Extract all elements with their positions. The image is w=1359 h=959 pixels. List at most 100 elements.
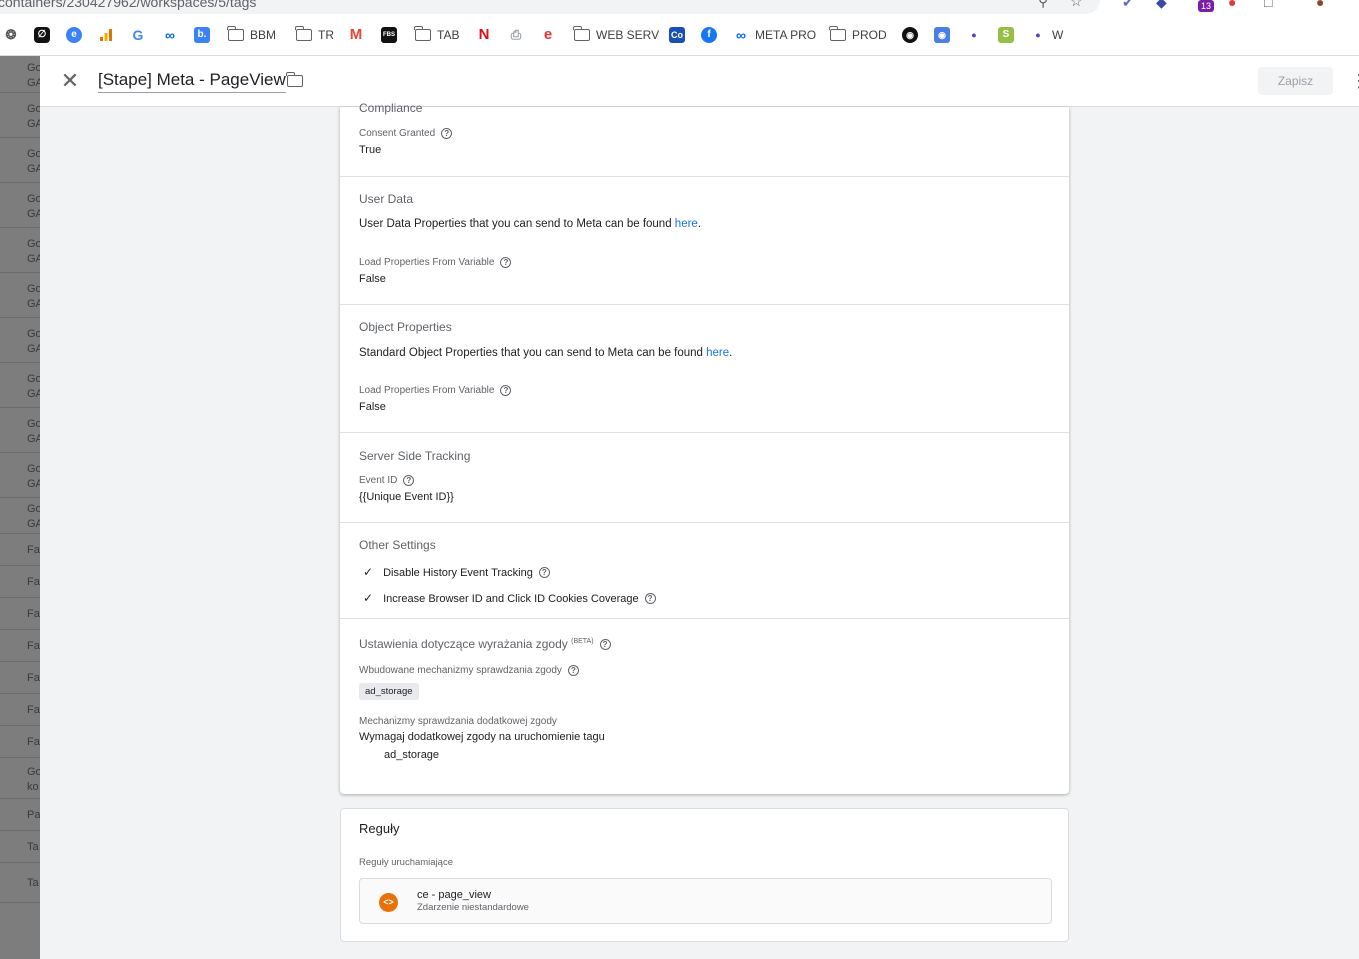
tag-list-row-label: Go GA — [27, 237, 40, 265]
bookmark-fbs[interactable]: FBS — [381, 26, 397, 44]
tag-list-row-label: Ta — [27, 877, 39, 889]
bookmark-meta[interactable]: ∞ — [162, 26, 178, 44]
tag-list-row[interactable]: Fa — [0, 566, 40, 598]
tag-list-row-label: Go GA — [27, 462, 40, 490]
tag-list-row[interactable]: Fa — [0, 534, 40, 566]
tag-list-row[interactable]: Ta — [0, 831, 40, 863]
tag-list-row[interactable]: Go ko — [0, 758, 40, 799]
netflix-icon: N — [478, 26, 490, 43]
bookmark-google[interactable]: G — [130, 26, 146, 44]
tag-list-row[interactable]: Fa — [0, 662, 40, 694]
section-consent-settings: Ustawienia dotyczące wyrażania zgody (BE… — [340, 619, 1069, 794]
help-icon[interactable]: ? — [644, 593, 656, 605]
tag-list-row[interactable]: Go GA — [0, 93, 40, 138]
bookmark-folder-bbm[interactable]: BBM — [227, 26, 276, 44]
field-value: {{Unique Event ID}} — [359, 491, 454, 503]
field-label: Wbudowane mechanizmy sprawdzania zgody? — [359, 665, 579, 676]
tag-list-row[interactable]: Go GA — [0, 56, 40, 93]
bookmark-app-blue[interactable]: ◉ — [934, 26, 950, 44]
panel-header: ✕ [Stape] Meta - PageView Zapisz ⋮ — [40, 56, 1359, 107]
section-title: Ustawienia dotyczące wyrażania zgody (BE… — [359, 637, 611, 651]
more-options-icon[interactable]: ⋮ — [1350, 68, 1359, 94]
help-icon[interactable]: ? — [441, 128, 453, 139]
app-blue-icon: ◉ — [934, 27, 950, 43]
tag-list-row[interactable]: Go GA — [0, 138, 40, 183]
tag-list-row[interactable]: Go GA — [0, 453, 40, 498]
section-description: User Data Properties that you can send t… — [359, 218, 702, 230]
bookmark-facebook[interactable]: f — [701, 26, 717, 44]
help-icon[interactable]: ? — [500, 385, 512, 396]
section-title: User Data — [359, 192, 414, 206]
tag-list-row-label: Fa — [27, 544, 40, 556]
tag-list-row[interactable]: Go GA — [0, 408, 40, 453]
tag-list-row[interactable]: Fa — [0, 726, 40, 758]
extension-layers-icon[interactable]: ◆ — [1156, 0, 1167, 11]
here-link[interactable]: here — [675, 218, 698, 230]
tag-list-row[interactable]: Fa — [0, 630, 40, 662]
bookmark-analytics[interactable] — [98, 26, 114, 44]
tag-list-row[interactable]: Fa — [0, 598, 40, 630]
trigger-item[interactable]: <> ce - page_view Zdarzenie niestandardo… — [359, 878, 1052, 924]
bookmark-github[interactable]: ◉ — [902, 26, 918, 44]
bookmark-folder-prod[interactable]: PROD — [829, 26, 887, 44]
tag-list-row[interactable]: Go GA — [0, 498, 40, 534]
bookmark-netflix[interactable]: N — [476, 26, 492, 44]
help-icon[interactable]: ? — [403, 475, 415, 486]
tag-list-row-label: Go ko — [27, 765, 40, 793]
bookmark-e[interactable]: e — [540, 26, 556, 44]
bookmark-co[interactable]: Co — [669, 26, 685, 44]
tag-list-row[interactable]: Go GA — [0, 273, 40, 318]
bookmark-gmail[interactable]: M — [348, 26, 364, 44]
section-user-data: User Data User Data Properties that you … — [340, 177, 1069, 305]
search-icon[interactable]: ⚲ — [1038, 0, 1048, 10]
profile-avatar[interactable]: ● — [1316, 0, 1324, 10]
bookmark-meta-pro[interactable]: ∞ META PRO — [733, 26, 816, 44]
close-icon[interactable]: ✕ — [58, 69, 82, 93]
section-description: Standard Object Properties that you can … — [359, 347, 733, 359]
tag-name-input[interactable]: [Stape] Meta - PageView — [98, 70, 286, 93]
star-icon[interactable]: ☆ — [1070, 0, 1083, 10]
section-compliance: Compliance Consent Granted? True — [340, 101, 1069, 177]
help-icon[interactable]: ? — [500, 257, 512, 268]
extension-box-icon[interactable]: □ — [1264, 0, 1272, 10]
folder-icon — [227, 26, 244, 41]
tag-list-row[interactable]: Go GA — [0, 363, 40, 408]
check-item: ✓ Increase Browser ID and Click ID Cooki… — [363, 591, 656, 605]
tag-list-row[interactable]: Fa — [0, 694, 40, 726]
help-icon[interactable]: ? — [599, 639, 611, 651]
bookmark-shopify[interactable]: S — [998, 26, 1014, 44]
bookmark-chatgpt[interactable]: ❂ — [3, 26, 19, 44]
bookmark-app-dark[interactable]: ∅ — [34, 26, 50, 44]
tag-list-row[interactable]: Go GA — [0, 318, 40, 363]
checkmark-icon: ✓ — [363, 591, 374, 605]
help-icon[interactable]: ? — [538, 567, 550, 579]
tag-list-row-label: Go GA — [27, 147, 40, 175]
folder-icon — [414, 26, 431, 41]
bookmark-folder-web-serv[interactable]: WEB SERV — [573, 26, 659, 44]
tag-list-row[interactable]: Go GA — [0, 228, 40, 273]
bookmark-folder-tab[interactable]: TAB — [414, 26, 459, 44]
save-button[interactable]: Zapisz — [1258, 67, 1333, 95]
bookmark-edge[interactable]: e — [66, 26, 82, 44]
bookmark-printer[interactable]: ⎙ — [508, 26, 524, 44]
shopify-icon: S — [998, 27, 1014, 43]
extension-red-icon[interactable]: ● — [1228, 0, 1236, 10]
tag-list-background: Go GA Go GA Go GA Go GA Go GA Go GA Go GA Go GA Go GA Go GA… — [0, 56, 40, 959]
section-object-properties: Object Properties Standard Object Proper… — [340, 305, 1069, 433]
extension-check-icon[interactable]: ✔ — [1122, 0, 1134, 11]
bookmark-folder-tr[interactable]: TR — [295, 26, 334, 44]
app-dark-icon: ∅ — [34, 27, 50, 43]
address-bar[interactable]: containers/230427962/workspaces/5/tags ⚲… — [0, 0, 1100, 14]
tag-list-row[interactable]: Ta — [0, 863, 40, 903]
tag-list-row[interactable]: Go GA — [0, 183, 40, 228]
bookmark-w[interactable]: ● W — [1030, 26, 1063, 44]
here-link[interactable]: here — [706, 347, 729, 359]
bookmark-booking[interactable]: b. — [194, 26, 210, 44]
folder-icon[interactable] — [286, 72, 303, 92]
analytics-icon — [98, 27, 114, 43]
tag-list-row[interactable]: Pa — [0, 799, 40, 831]
tag-list-row-label: Fa — [27, 736, 40, 748]
bookmark-dot[interactable]: ● — [966, 26, 982, 44]
meta-icon: ∞ — [736, 27, 746, 43]
help-icon[interactable]: ? — [567, 665, 579, 676]
